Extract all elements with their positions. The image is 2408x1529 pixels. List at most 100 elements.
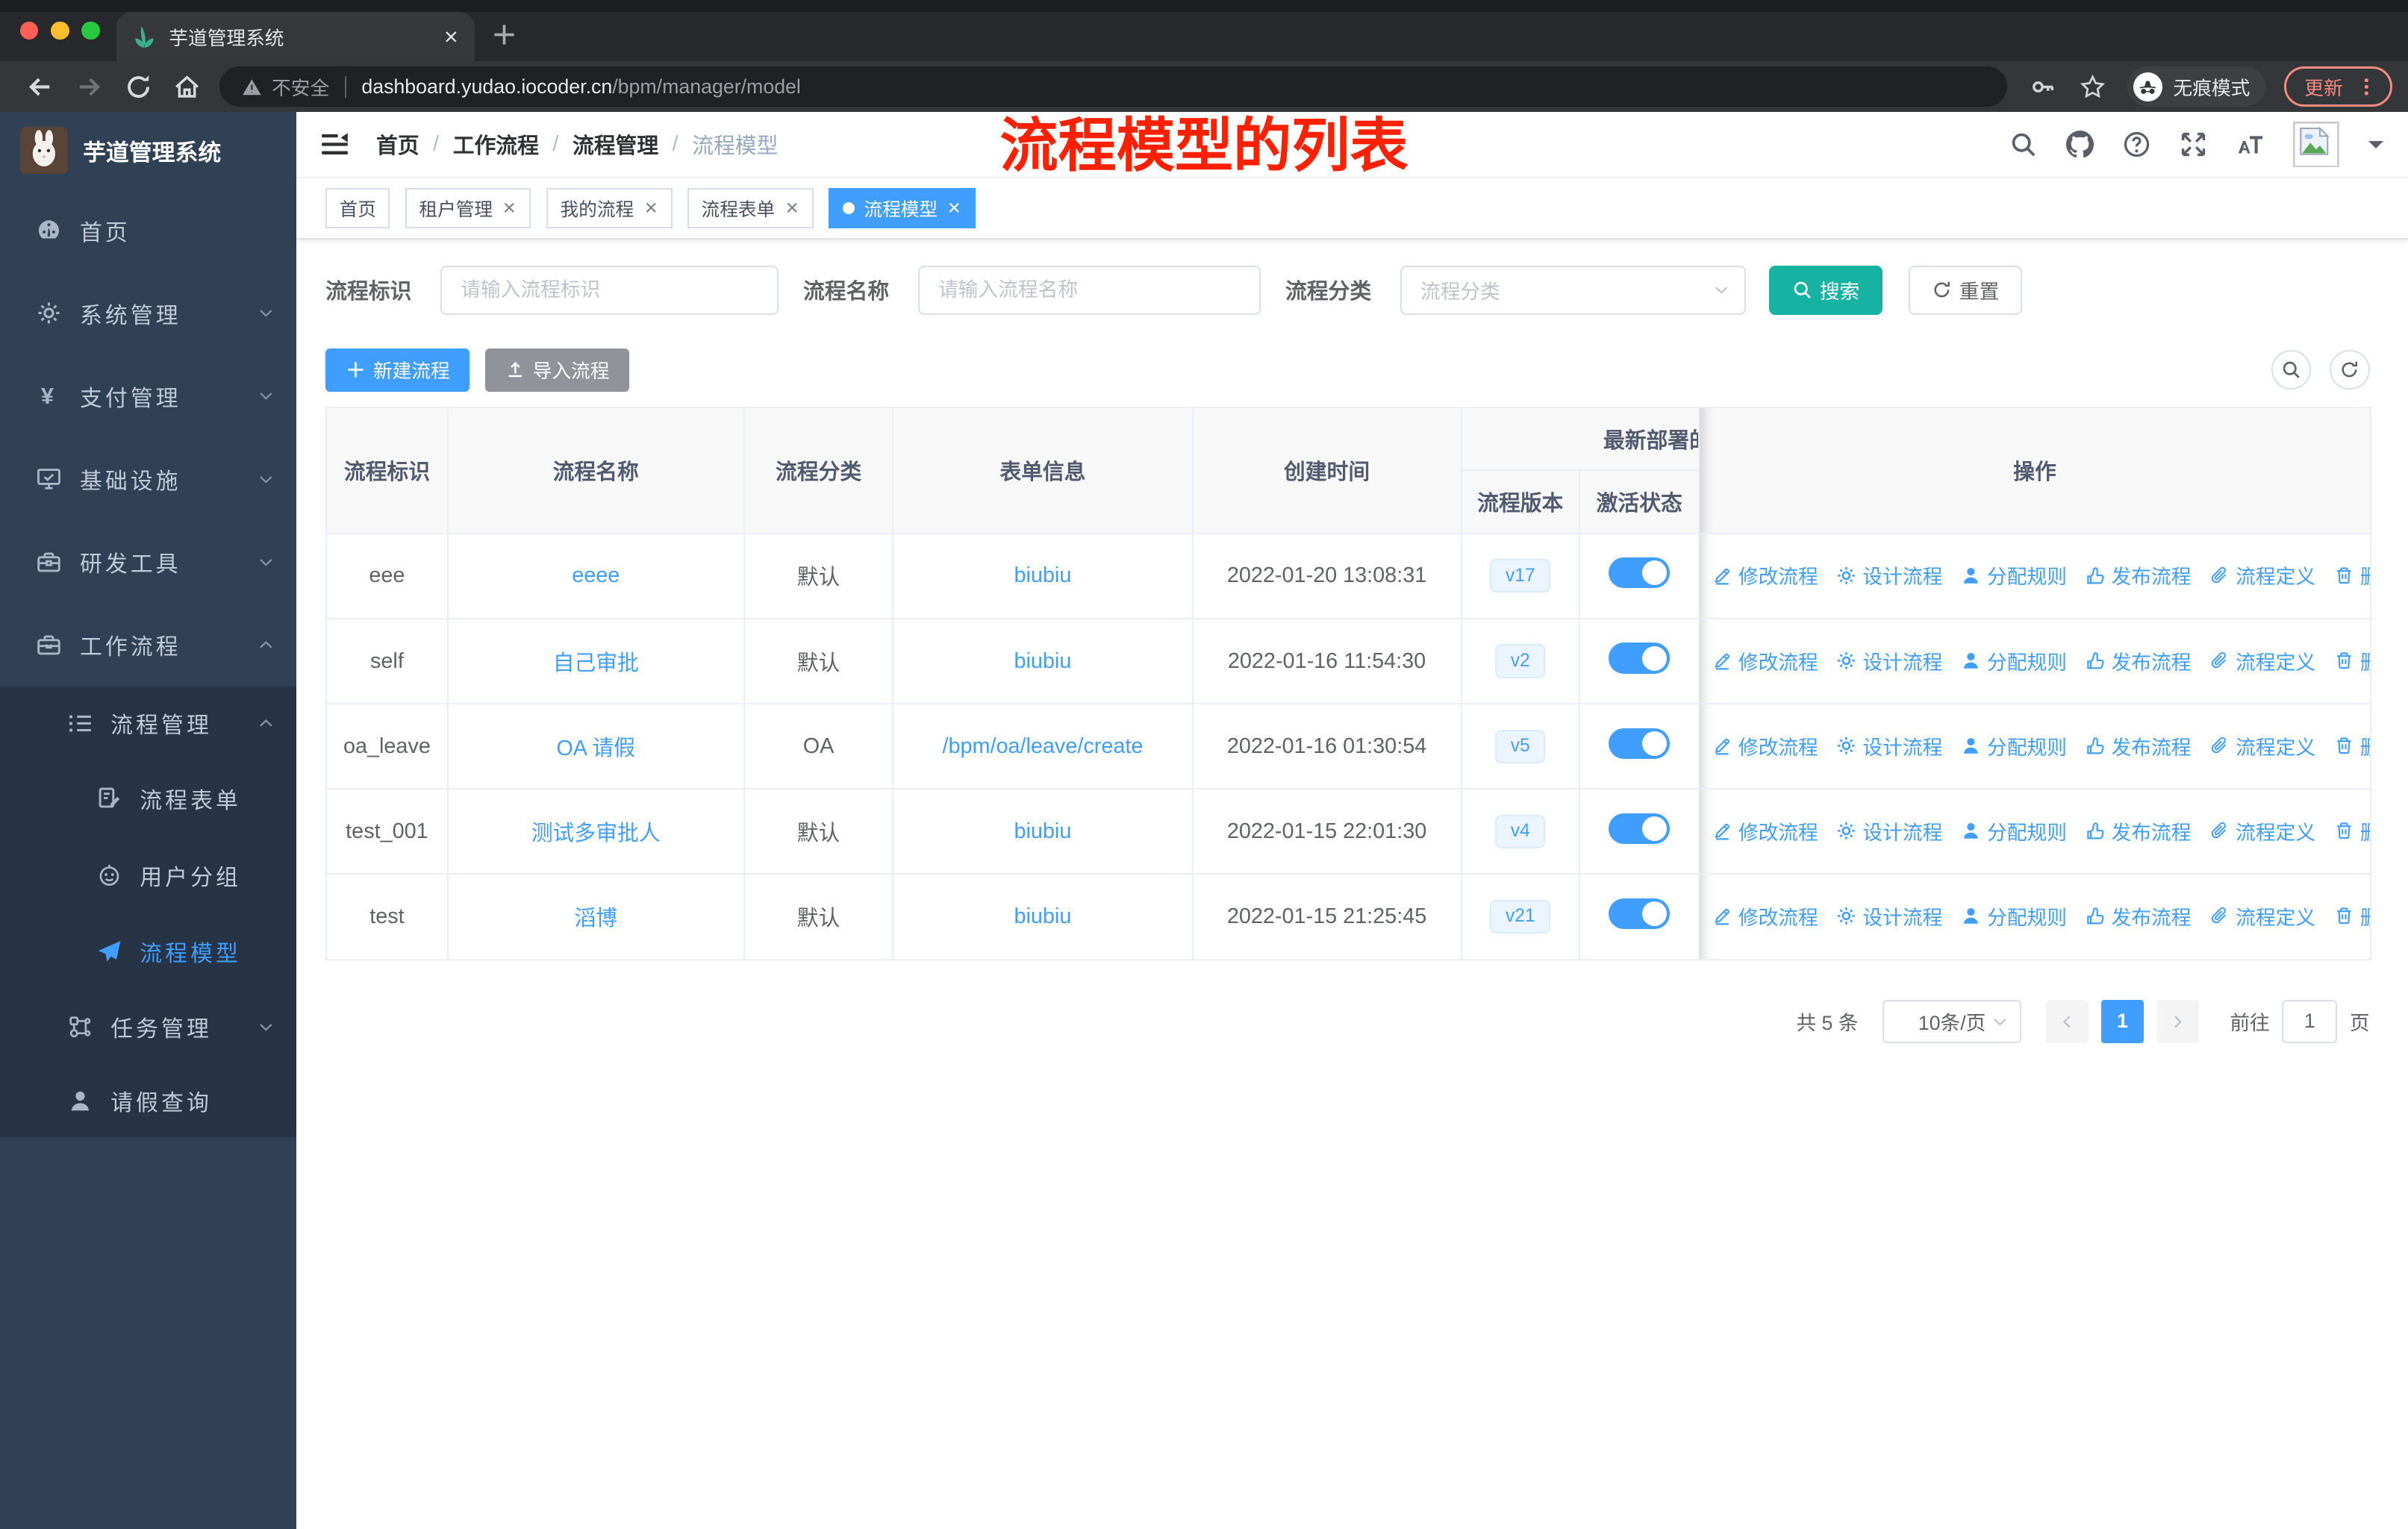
browser-tab[interactable]: 芋道管理系统 [116,12,475,62]
tag-close-icon[interactable] [785,200,800,216]
model-name-link[interactable]: eeee [572,563,620,587]
action-design-link[interactable]: 设计流程 [1836,901,1942,931]
process-name-input[interactable] [918,265,1261,315]
action-definition-link[interactable]: 流程定义 [2209,646,2315,675]
action-assign-link[interactable]: 分配规则 [1961,731,2067,760]
action-modify-link[interactable]: 修改流程 [1712,901,1818,931]
back-button[interactable] [26,73,54,101]
form-link[interactable]: biubiu [1014,563,1071,587]
window-zoom-button[interactable] [81,21,100,40]
model-name-link[interactable]: OA 请假 [556,737,635,760]
activation-toggle[interactable] [1609,813,1671,844]
action-delete-link[interactable]: 删除 [2334,560,2369,590]
fullscreen-icon[interactable] [2180,131,2207,158]
reload-button[interactable] [125,73,152,101]
action-delete-link[interactable]: 删除 [2334,816,2369,845]
form-link[interactable]: biubiu [1014,819,1071,843]
search-button[interactable]: 搜索 [1769,265,1883,315]
action-definition-link[interactable]: 流程定义 [2209,560,2315,590]
create-process-button[interactable]: 新建流程 [325,348,470,392]
show-search-button[interactable] [2271,350,2312,390]
sidebar-item-2[interactable]: ¥ 支付管理 [0,354,296,437]
page-tag-0[interactable]: 首页 [325,188,390,228]
action-publish-link[interactable]: 发布流程 [2086,901,2192,931]
form-link[interactable]: biubiu [1014,904,1071,928]
page-tag-1[interactable]: 租户管理 [405,188,531,228]
action-publish-link[interactable]: 发布流程 [2086,731,2192,760]
import-process-button[interactable]: 导入流程 [484,348,630,392]
action-design-link[interactable]: 设计流程 [1836,646,1942,675]
tab-close-icon[interactable] [443,28,460,46]
model-name-link[interactable]: 测试多审批人 [531,822,661,845]
page-tag-3[interactable]: 流程表单 [687,188,814,228]
prev-page-button[interactable] [2045,1000,2089,1043]
activation-toggle[interactable] [1609,728,1671,759]
model-name-link[interactable]: 滔博 [574,907,617,931]
refresh-table-button[interactable] [2330,350,2370,390]
sidebar-item-5[interactable]: 工作流程 [0,604,296,687]
collapse-sidebar-icon[interactable] [321,131,349,158]
breadcrumb-item-1[interactable]: 工作流程 [453,129,539,160]
sidebar-item-9[interactable]: 流程模型 [0,913,296,990]
action-modify-link[interactable]: 修改流程 [1712,816,1818,845]
page-size-select[interactable]: 10条/页 [1883,1000,2021,1043]
next-page-button[interactable] [2156,1000,2200,1043]
caret-down-icon[interactable] [2368,140,2384,156]
font-size-icon[interactable] [2236,131,2264,158]
form-link[interactable]: /bpm/oa/leave/create [942,734,1143,758]
activation-toggle[interactable] [1609,642,1671,674]
password-key-icon[interactable] [2030,74,2056,100]
browser-menu-icon[interactable] [2356,77,2377,97]
help-icon[interactable] [2123,131,2150,158]
address-bar[interactable]: 不安全 dashboard.yudao.iocoder.cn /bpm/mana… [219,66,2008,107]
action-assign-link[interactable]: 分配规则 [1961,560,2067,590]
action-definition-link[interactable]: 流程定义 [2209,816,2315,845]
search-icon[interactable] [2009,131,2037,158]
page-tag-2[interactable]: 我的流程 [546,188,673,228]
sidebar-logo[interactable]: 芋道管理系统 [0,112,296,189]
action-delete-link[interactable]: 删除 [2334,901,2369,931]
window-close-button[interactable] [19,21,39,40]
forward-button[interactable] [75,73,103,101]
breadcrumb-item-2[interactable]: 流程管理 [573,129,658,160]
action-assign-link[interactable]: 分配规则 [1961,646,2067,675]
sidebar-item-7[interactable]: 流程表单 [0,760,296,837]
action-delete-link[interactable]: 删除 [2334,646,2369,675]
action-publish-link[interactable]: 发布流程 [2086,816,2192,845]
goto-page-input[interactable] [2282,1000,2338,1043]
form-link[interactable]: biubiu [1014,649,1071,673]
action-modify-link[interactable]: 修改流程 [1712,646,1818,675]
sidebar-item-11[interactable]: 请假查询 [0,1064,296,1138]
github-icon[interactable] [2065,130,2094,158]
action-definition-link[interactable]: 流程定义 [2209,731,2315,760]
bookmark-star-icon[interactable] [2080,74,2106,100]
tag-close-icon[interactable] [946,200,962,216]
activation-toggle[interactable] [1609,557,1671,589]
action-assign-link[interactable]: 分配规则 [1961,816,2067,845]
action-delete-link[interactable]: 删除 [2334,731,2369,760]
action-modify-link[interactable]: 修改流程 [1712,731,1818,760]
tag-close-icon[interactable] [502,200,517,216]
breadcrumb-item-0[interactable]: 首页 [376,129,419,160]
sidebar-item-4[interactable]: 研发工具 [0,520,296,603]
activation-toggle[interactable] [1609,898,1671,930]
page-1-button[interactable]: 1 [2100,1000,2145,1043]
action-publish-link[interactable]: 发布流程 [2086,646,2192,675]
sidebar-item-10[interactable]: 任务管理 [0,990,296,1064]
category-select[interactable]: 流程分类 [1400,265,1747,315]
action-design-link[interactable]: 设计流程 [1836,731,1942,760]
new-tab-button[interactable] [491,22,517,48]
process-key-input[interactable] [440,265,779,315]
sidebar-item-3[interactable]: 基础设施 [0,437,296,520]
tag-close-icon[interactable] [643,200,659,216]
action-assign-link[interactable]: 分配规则 [1961,901,2067,931]
update-button[interactable]: 更新 [2283,66,2393,107]
sidebar-item-0[interactable]: 首页 [0,189,296,272]
action-design-link[interactable]: 设计流程 [1836,816,1942,845]
home-button[interactable] [173,73,201,101]
action-modify-link[interactable]: 修改流程 [1712,560,1818,590]
window-minimize-button[interactable] [50,21,69,40]
page-tag-4[interactable]: 流程模型 [829,188,976,228]
avatar[interactable] [2293,121,2340,168]
action-publish-link[interactable]: 发布流程 [2086,560,2192,590]
